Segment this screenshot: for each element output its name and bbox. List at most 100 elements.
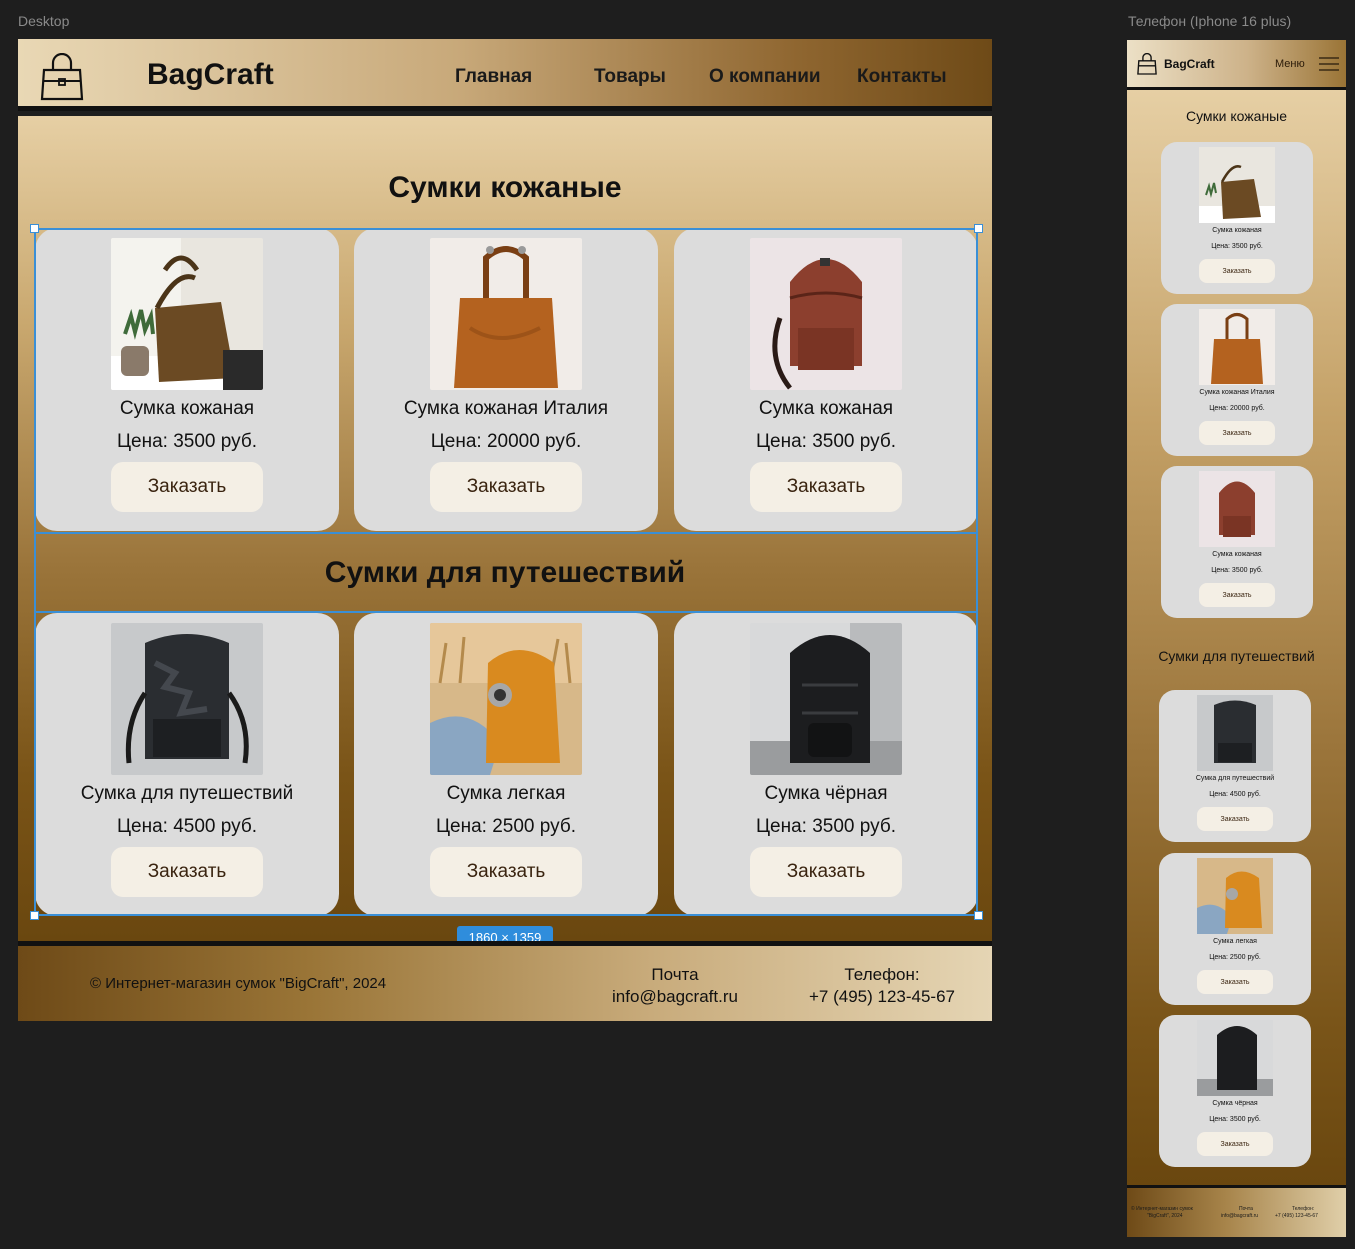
- product-price: Цена: 3500 руб.: [755, 816, 896, 837]
- order-button[interactable]: Заказать: [111, 847, 263, 897]
- product-price: Цена: 3500 руб.: [755, 431, 896, 452]
- footer-phone-value[interactable]: +7 (495) 123-45-67: [800, 986, 964, 1008]
- phone-product-card: Сумка кожаная Цена: 3500 руб. Заказать: [1161, 466, 1313, 618]
- resize-handle[interactable]: [974, 911, 983, 920]
- phone-brand-name[interactable]: BagCraft: [1164, 57, 1215, 71]
- footer-phone: Телефон: +7 (495) 123-45-67: [800, 964, 964, 1008]
- footer-mail-value[interactable]: info@bagcraft.ru: [601, 986, 749, 1008]
- phone-product-name: Сумка для путешествий: [1195, 775, 1275, 782]
- product-name: Сумка кожаная Италия: [403, 398, 609, 419]
- order-button[interactable]: Заказать: [430, 462, 582, 512]
- bag-logo-icon[interactable]: [40, 53, 84, 101]
- tan-tote-photo: [1199, 309, 1275, 385]
- product-card: Сумка чёрная Цена: 3500 руб. Заказать: [674, 613, 978, 916]
- footer-phone-label: Телефон:: [844, 965, 920, 984]
- red-backpack-photo: [750, 238, 902, 390]
- brown-tote-photo: [111, 238, 263, 390]
- phone-product-price: Цена: 2500 руб.: [1209, 954, 1261, 961]
- phone-product-name: Сумка чёрная: [1212, 1100, 1258, 1107]
- brand-name[interactable]: BagCraft: [147, 58, 274, 92]
- phone-order-button[interactable]: Заказать: [1197, 970, 1273, 994]
- product-name: Сумка легкая: [446, 783, 566, 804]
- phone-product-name: Сумка кожаная Италия: [1199, 389, 1275, 396]
- resize-handle[interactable]: [30, 224, 39, 233]
- phone-product-card: Сумка чёрная Цена: 3500 руб. Заказать: [1159, 1015, 1311, 1167]
- phone-order-button[interactable]: Заказать: [1197, 807, 1273, 831]
- product-card: Сумка легкая Цена: 2500 руб. Заказать: [354, 613, 658, 916]
- footer-mail: Почта info@bagcraft.ru: [601, 964, 749, 1008]
- selection-guide: [34, 611, 978, 613]
- phone-section-title-leather: Сумки кожаные: [1185, 108, 1288, 124]
- phone-section-title-travel: Сумки для путешествий: [1158, 648, 1315, 664]
- phone-product-price: Цена: 3500 руб.: [1209, 1116, 1261, 1123]
- desktop-main: Сумки кожаные Сумка кожаная Цена: 3500 р…: [18, 116, 992, 941]
- red-backpack-photo: [1199, 471, 1275, 547]
- phone-product-card: Сумка для путешествий Цена: 4500 руб. За…: [1159, 690, 1311, 842]
- product-card: Сумка кожаная Цена: 3500 руб. Заказать: [674, 228, 978, 531]
- phone-order-button[interactable]: Заказать: [1199, 259, 1275, 283]
- resize-handle[interactable]: [30, 911, 39, 920]
- product-name: Сумка для путешествий: [80, 783, 294, 804]
- resize-handle[interactable]: [974, 224, 983, 233]
- product-card: Сумка кожаная Италия Цена: 20000 руб. За…: [354, 228, 658, 531]
- phone-product-price: Цена: 3500 руб.: [1211, 567, 1263, 574]
- orange-backpack-photo: [430, 623, 582, 775]
- phone-order-button[interactable]: Заказать: [1199, 583, 1275, 607]
- phone-product-price: Цена: 20000 руб.: [1209, 405, 1265, 412]
- selection-guide: [34, 532, 978, 534]
- phone-menu-label[interactable]: Меню: [1275, 58, 1305, 70]
- product-card: Сумка для путешествий Цена: 4500 руб. За…: [35, 613, 339, 916]
- phone-product-card: Сумка легкая Цена: 2500 руб. Заказать: [1159, 853, 1311, 1005]
- phone-order-button[interactable]: Заказать: [1197, 1132, 1273, 1156]
- order-button[interactable]: Заказать: [750, 847, 902, 897]
- tan-tote-photo: [430, 238, 582, 390]
- phone-main: Сумки кожаные Сумка кожаная Цена: 3500 р…: [1127, 90, 1346, 1185]
- nav-link-products[interactable]: Товары: [594, 66, 666, 88]
- section-title-leather: Сумки кожаные: [388, 171, 622, 204]
- hamburger-menu-icon[interactable]: [1319, 57, 1339, 71]
- product-price: Цена: 2500 руб.: [435, 816, 576, 837]
- phone-footer-mail-label: Почта: [1239, 1206, 1253, 1212]
- phone-footer-copyright: © Интернет-магазин сумок: [1131, 1206, 1193, 1212]
- site-header: BagCraft Главная Товары О компании Конта…: [18, 39, 992, 111]
- phone-product-price: Цена: 4500 руб.: [1209, 791, 1261, 798]
- nav-link-about[interactable]: О компании: [709, 66, 821, 88]
- black-backpack-photo: [1197, 1020, 1273, 1096]
- phone-footer-phone-value[interactable]: +7 (495) 123-45-67: [1275, 1213, 1318, 1220]
- phone-frame: BagCraft Меню Сумки кожаные Сумка кожана…: [1127, 40, 1346, 1237]
- phone-product-name: Сумка кожаная: [1212, 551, 1262, 558]
- product-price: Цена: 20000 руб.: [430, 431, 582, 452]
- order-button[interactable]: Заказать: [750, 462, 902, 512]
- phone-order-button[interactable]: Заказать: [1199, 421, 1275, 445]
- phone-product-card: Сумка кожаная Цена: 3500 руб. Заказать: [1161, 142, 1313, 294]
- product-card: Сумка кожаная Цена: 3500 руб. Заказать: [35, 228, 339, 531]
- phone-product-card: Сумка кожаная Италия Цена: 20000 руб. За…: [1161, 304, 1313, 456]
- phone-footer: © Интернет-магазин сумок "BigCraft", 202…: [1127, 1185, 1346, 1237]
- phone-frame-label: Телефон (Iphone 16 plus): [1128, 13, 1292, 29]
- site-footer: © Интернет-магазин сумок "BigCraft", 202…: [18, 941, 992, 1021]
- product-name: Сумка чёрная: [764, 783, 888, 804]
- desktop-frame-label: Desktop: [18, 13, 70, 29]
- product-price: Цена: 3500 руб.: [116, 431, 257, 452]
- desktop-frame: BagCraft Главная Товары О компании Конта…: [18, 39, 992, 1021]
- black-backpack-photo: [750, 623, 902, 775]
- product-name: Сумка кожаная: [758, 398, 894, 419]
- order-button[interactable]: Заказать: [111, 462, 263, 512]
- phone-footer-mail-value[interactable]: info@bagcraft.ru: [1221, 1213, 1258, 1220]
- nav-link-contacts[interactable]: Контакты: [857, 66, 947, 88]
- nav-link-home[interactable]: Главная: [455, 66, 532, 88]
- order-button[interactable]: Заказать: [430, 847, 582, 897]
- bag-logo-icon[interactable]: [1137, 53, 1157, 75]
- phone-header: BagCraft Меню: [1127, 40, 1346, 90]
- section-title-travel: Сумки для путешествий: [324, 556, 686, 589]
- phone-footer-phone-label: Телефон:: [1292, 1206, 1315, 1212]
- phone-footer-copyright-year: "BigCraft", 2024: [1147, 1213, 1183, 1219]
- product-name: Сумка кожаная: [119, 398, 255, 419]
- phone-product-name: Сумка кожаная: [1212, 227, 1262, 234]
- phone-product-price: Цена: 3500 руб.: [1211, 243, 1263, 250]
- footer-mail-label: Почта: [651, 965, 699, 984]
- orange-backpack-photo: [1197, 858, 1273, 934]
- black-camo-backpack-photo: [111, 623, 263, 775]
- black-camo-backpack-photo: [1197, 695, 1273, 771]
- footer-copyright: © Интернет-магазин сумок "BigCraft", 202…: [90, 975, 387, 992]
